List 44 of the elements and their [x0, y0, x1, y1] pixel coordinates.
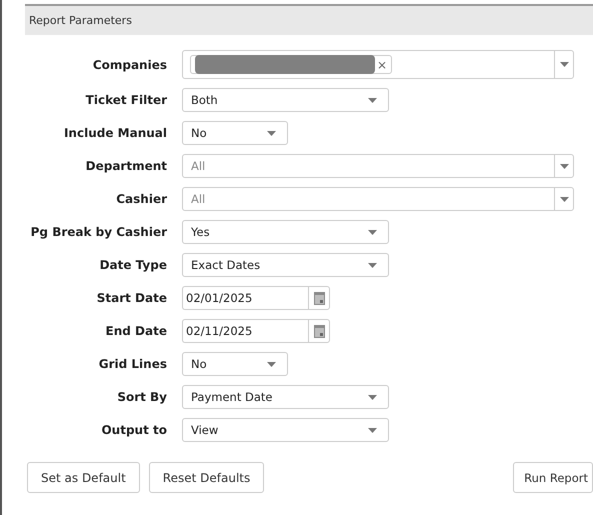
field-label: Department — [84, 159, 167, 173]
dropdown-field[interactable]: No — [182, 352, 288, 376]
caret-icon — [368, 428, 377, 432]
date-field[interactable]: 02/11/2025 — [182, 319, 308, 343]
caret-icon — [368, 262, 377, 268]
calendar-button[interactable] — [308, 319, 330, 343]
field-label: Include Manual — [62, 126, 167, 140]
field-label: Companies — [92, 58, 167, 72]
field-label: Output to — [100, 423, 167, 437]
action-button[interactable]: Run Report — [513, 462, 593, 493]
dropdown-field[interactable]: All — [182, 154, 574, 178]
multiselect-field[interactable]: × — [182, 50, 574, 79]
remove-icon[interactable]: × — [377, 58, 388, 72]
dropdown-field[interactable]: No — [182, 121, 288, 145]
action-button[interactable]: Reset Defaults — [148, 462, 264, 493]
caret-icon — [368, 394, 377, 400]
caret-icon — [368, 98, 377, 102]
field-label: Sort By — [116, 390, 167, 404]
caret-icon — [267, 130, 276, 136]
calendar-icon — [314, 292, 324, 304]
field-label: Start Date — [96, 291, 167, 305]
calendar-icon — [314, 324, 324, 338]
panel-title: Report Parameters — [29, 14, 132, 27]
caret-icon — [560, 164, 568, 168]
caret-icon — [560, 62, 568, 67]
dropdown-field[interactable]: Both — [182, 88, 389, 112]
dropdown-field[interactable]: Payment Date — [182, 385, 389, 409]
field-label: Pg Break by Cashier — [30, 225, 167, 239]
dropdown-field[interactable]: Exact Dates — [182, 253, 389, 277]
field-label: Ticket Filter — [84, 93, 167, 107]
dropdown-field[interactable]: Yes — [182, 220, 389, 244]
calendar-button[interactable] — [308, 286, 330, 310]
action-button[interactable]: Set as Default — [27, 462, 140, 493]
date-field[interactable]: 02/01/2025 — [182, 286, 308, 310]
field-label: Grid Lines — [98, 357, 167, 371]
selected-tag[interactable]: × — [190, 55, 392, 74]
dropdown-field[interactable]: All — [182, 187, 574, 211]
caret-icon — [267, 362, 276, 366]
field-label: Cashier — [115, 192, 167, 206]
dropdown-field[interactable]: View — [182, 418, 389, 442]
caret-icon — [368, 230, 377, 234]
field-label: End Date — [104, 324, 167, 338]
caret-icon — [560, 196, 568, 202]
field-label: Date Type — [98, 258, 167, 272]
